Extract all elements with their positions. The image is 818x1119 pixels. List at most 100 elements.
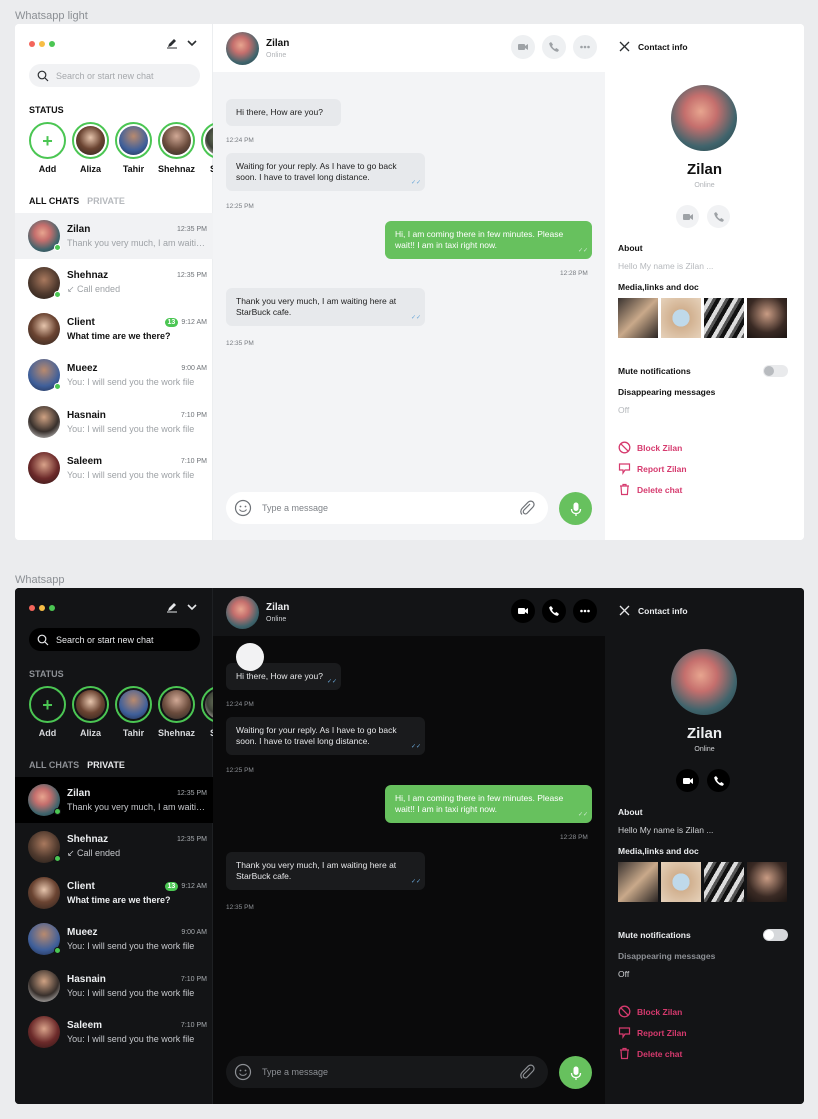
search-bar[interactable]	[29, 64, 200, 87]
status-item[interactable]: Aliza	[72, 686, 109, 738]
video-call-button[interactable]	[511, 599, 535, 623]
chat-list-item[interactable]: Client 13 9:12 AM What time are we there?	[15, 870, 213, 916]
info-video-call-button[interactable]	[676, 205, 699, 228]
contact-avatar[interactable]	[226, 31, 259, 65]
media-thumbnail[interactable]	[704, 298, 744, 338]
status-item[interactable]: Tahir	[115, 686, 152, 738]
chat-list-item[interactable]: Zilan 12:35 PM Thank you very much, I am w…	[15, 777, 213, 824]
minimize-window-button[interactable]	[39, 41, 45, 47]
close-window-button[interactable]	[29, 605, 35, 611]
chat-list-item[interactable]: Mueez 9:00 AM You: I will send you the wor…	[15, 916, 213, 962]
voice-call-button[interactable]	[542, 35, 566, 59]
more-options-button[interactable]	[573, 599, 597, 623]
incoming-message[interactable]: Hi there, How are you?	[226, 99, 341, 126]
maximize-window-button[interactable]	[49, 605, 55, 611]
chat-list-item[interactable]: Mueez 9:00 AM You: I will send you the wor…	[15, 352, 213, 398]
info-video-call-button[interactable]	[676, 769, 699, 792]
unread-badge: 13	[164, 317, 179, 327]
chat-preview: What time are we there?	[67, 330, 171, 341]
status-title: STATUS	[29, 105, 64, 115]
media-thumbnail[interactable]	[747, 862, 787, 902]
contact-name[interactable]: Zilan	[266, 602, 289, 613]
voice-call-button[interactable]	[542, 599, 566, 623]
delete-chat-button[interactable]: Delete chat	[618, 1047, 682, 1060]
message-input[interactable]	[262, 503, 502, 513]
info-voice-call-button[interactable]	[707, 205, 730, 228]
report-label: Report Zilan	[637, 1027, 687, 1038]
status-item[interactable]: Aliza	[72, 122, 109, 174]
close-icon[interactable]	[619, 41, 630, 52]
media-thumbnail[interactable]	[618, 298, 658, 338]
tab-all-chats[interactable]: ALL CHATS	[29, 196, 79, 206]
status-item[interactable]: + Add	[29, 686, 66, 738]
mute-notifications-toggle[interactable]	[763, 929, 788, 941]
tab-private[interactable]: PRIVATE	[87, 196, 125, 206]
emoji-icon[interactable]	[234, 1063, 252, 1081]
close-icon[interactable]	[619, 605, 630, 616]
chat-list-item[interactable]: Saleem 7:10 PM You: I will send you the wo…	[15, 1009, 213, 1055]
tab-all-chats[interactable]: ALL CHATS	[29, 760, 79, 770]
contact-name[interactable]: Zilan	[266, 38, 289, 49]
tab-private[interactable]: PRIVATE	[87, 760, 125, 770]
emoji-icon[interactable]	[234, 499, 252, 517]
compose-icon[interactable]	[166, 601, 178, 613]
incoming-message[interactable]: Thank you very much, I am waiting here a…	[226, 288, 425, 326]
contact-info-avatar[interactable]	[671, 85, 737, 151]
incoming-message[interactable]: Waiting for your reply. As I have to go …	[226, 717, 425, 755]
chat-list-item[interactable]: Hasnain 7:10 PM You: I will send you the w…	[15, 399, 213, 445]
status-item[interactable]: Shehnaz	[158, 122, 195, 174]
disappearing-messages-label[interactable]: Disappearing messages	[618, 387, 715, 397]
block-contact-button[interactable]: Block Zilan	[618, 1005, 682, 1018]
outgoing-message[interactable]: Hi, I am coming there in few minutes. Pl…	[385, 221, 592, 259]
chat-list-item[interactable]: Zilan 12:35 PM Thank you very much, I am w…	[15, 213, 213, 260]
disappearing-messages-label[interactable]: Disappearing messages	[618, 951, 715, 961]
media-thumbnail[interactable]	[661, 298, 701, 338]
status-item[interactable]: Sma	[201, 122, 213, 174]
media-label[interactable]: Media,links and doc	[618, 282, 699, 292]
report-contact-button[interactable]: Report Zilan	[618, 1026, 687, 1039]
maximize-window-button[interactable]	[49, 41, 55, 47]
info-voice-call-button[interactable]	[707, 769, 730, 792]
status-item[interactable]: Sma	[201, 686, 213, 738]
media-thumbnail[interactable]	[747, 298, 787, 338]
mute-notifications-toggle[interactable]	[763, 365, 788, 377]
voice-message-button[interactable]	[559, 1056, 592, 1089]
search-input[interactable]	[56, 70, 186, 81]
chevron-down-icon[interactable]	[186, 601, 198, 613]
message-input[interactable]	[262, 1067, 502, 1077]
block-contact-button[interactable]: Block Zilan	[618, 441, 682, 454]
read-receipt-icon: ✓✓	[410, 879, 421, 885]
attach-icon[interactable]	[518, 1063, 536, 1081]
report-contact-button[interactable]: Report Zilan	[618, 462, 687, 475]
media-thumbnail[interactable]	[704, 862, 744, 902]
incoming-message[interactable]: Thank you very much, I am waiting here a…	[226, 852, 425, 890]
search-bar[interactable]	[29, 628, 200, 651]
chat-list-item[interactable]: Client 13 9:12 AM What time are we there?	[15, 306, 213, 352]
status-item[interactable]: + Add	[29, 122, 66, 174]
outgoing-message[interactable]: Hi, I am coming there in few minutes. Pl…	[385, 785, 592, 823]
video-call-button[interactable]	[511, 35, 535, 59]
chat-list-item[interactable]: Saleem 7:10 PM You: I will send you the wo…	[15, 445, 213, 491]
status-item[interactable]: Tahir	[115, 122, 152, 174]
delete-chat-button[interactable]: Delete chat	[618, 483, 682, 496]
media-label[interactable]: Media,links and doc	[618, 846, 699, 856]
contact-avatar[interactable]	[226, 595, 259, 629]
close-window-button[interactable]	[29, 41, 35, 47]
chat-list-item[interactable]: Shehnaz 12:35 PM ↙ Call ended	[15, 823, 213, 869]
compose-icon[interactable]	[166, 37, 178, 49]
more-options-button[interactable]	[573, 35, 597, 59]
status-item[interactable]: Shehnaz	[158, 686, 195, 738]
chat-preview: You: I will send you the work file	[67, 941, 195, 952]
block-icon	[618, 1005, 631, 1018]
search-input[interactable]	[56, 634, 186, 645]
media-thumbnail[interactable]	[661, 862, 701, 902]
chat-list-item[interactable]: Hasnain 7:10 PM You: I will send you the w…	[15, 963, 213, 1009]
media-thumbnail[interactable]	[618, 862, 658, 902]
attach-icon[interactable]	[518, 499, 536, 517]
chat-list-item[interactable]: Shehnaz 12:35 PM ↙ Call ended	[15, 259, 213, 305]
contact-info-avatar[interactable]	[671, 649, 737, 715]
chevron-down-icon[interactable]	[186, 37, 198, 49]
minimize-window-button[interactable]	[39, 605, 45, 611]
voice-message-button[interactable]	[559, 492, 592, 525]
incoming-message[interactable]: Waiting for your reply. As I have to go …	[226, 153, 425, 191]
